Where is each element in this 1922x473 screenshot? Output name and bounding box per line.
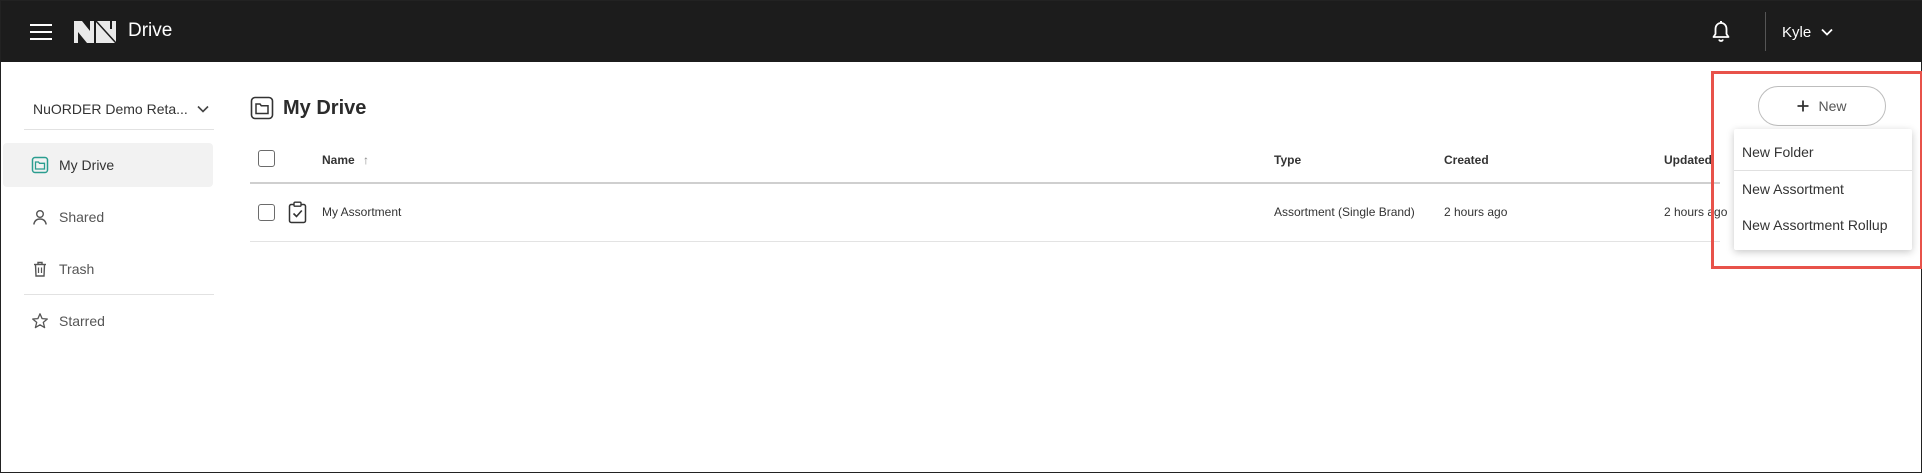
chevron-down-icon [1821, 28, 1833, 36]
table-row[interactable]: My Assortment Assortment (Single Brand) … [250, 184, 1727, 242]
menu-item-new-assortment-rollup[interactable]: New Assortment Rollup [1734, 208, 1912, 242]
org-selector[interactable]: NuORDER Demo Reta... [33, 98, 209, 120]
row-checkbox[interactable] [258, 204, 275, 221]
clipboard-check-icon [288, 201, 307, 224]
sidebar-item-label: My Drive [59, 157, 115, 173]
folder-icon [250, 96, 274, 120]
sidebar-divider [24, 294, 214, 295]
trash-icon [34, 261, 46, 277]
new-button-label: New [1818, 98, 1847, 114]
menu-divider [1734, 170, 1912, 171]
sidebar-item-shared[interactable]: Shared [3, 195, 213, 239]
plus-icon [1797, 100, 1809, 112]
new-button[interactable]: New [1758, 86, 1886, 126]
menu-item-new-assortment[interactable]: New Assortment [1734, 172, 1912, 206]
sidebar-item-label: Trash [59, 261, 95, 277]
sidebar-item-starred[interactable]: Starred [3, 299, 213, 343]
column-header-updated[interactable]: Updated [1664, 153, 1712, 167]
topbar-divider [1765, 12, 1766, 51]
row-type: Assortment (Single Brand) [1274, 205, 1415, 219]
menu-item-new-folder[interactable]: New Folder [1734, 135, 1912, 169]
user-menu[interactable]: Kyle [1782, 21, 1833, 43]
sidebar-divider [24, 129, 214, 130]
sidebar-item-label: Shared [59, 209, 105, 225]
sidebar-item-trash[interactable]: Trash [3, 247, 213, 291]
sidebar-item-label: Starred [59, 313, 105, 329]
top-bar: Drive Kyle [1, 1, 1922, 62]
user-name: Kyle [1782, 23, 1812, 41]
page-title: My Drive [283, 96, 367, 119]
chevron-down-icon [197, 105, 209, 113]
app-title: Drive [128, 20, 173, 41]
nuorder-logo [74, 21, 116, 43]
org-name: NuORDER Demo Reta... [33, 101, 188, 117]
star-icon [32, 313, 48, 329]
hamburger-menu-icon[interactable] [30, 24, 52, 40]
sidebar-item-my-drive[interactable]: My Drive [3, 143, 213, 187]
row-updated: 2 hours ago [1664, 205, 1728, 219]
page-header: My Drive [250, 96, 366, 120]
person-icon [33, 210, 47, 225]
row-name[interactable]: My Assortment [322, 205, 401, 219]
column-header-type[interactable]: Type [1274, 153, 1301, 167]
bell-icon[interactable] [1709, 20, 1733, 44]
column-header-label: Name [322, 153, 355, 167]
new-dropdown-menu: New Folder New Assortment New Assortment… [1734, 129, 1912, 250]
app-window: Drive Kyle NuORDER Demo Reta... My Drive [0, 0, 1922, 473]
row-created: 2 hours ago [1444, 205, 1508, 219]
sort-arrow-up-icon: ↑ [363, 153, 370, 167]
column-header-created[interactable]: Created [1444, 153, 1489, 167]
select-all-checkbox[interactable] [258, 150, 275, 167]
column-header-name[interactable]: Name ↑ [322, 153, 369, 167]
folder-icon [31, 156, 49, 174]
